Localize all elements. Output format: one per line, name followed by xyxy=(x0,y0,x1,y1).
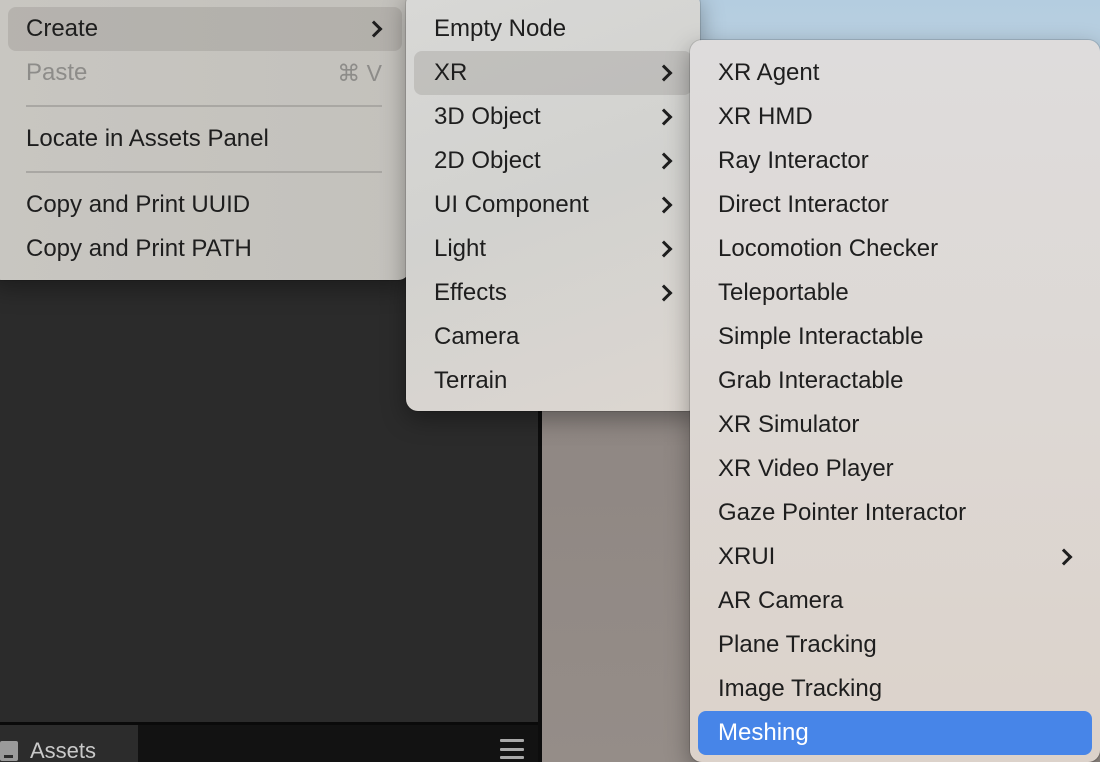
menu-item-label: XRUI xyxy=(718,543,776,570)
menu-item-camera[interactable]: Camera xyxy=(414,315,692,359)
menu-item-effects[interactable]: Effects xyxy=(414,271,692,315)
menu-separator xyxy=(26,171,382,173)
chevron-right-icon xyxy=(655,284,673,302)
menu-item-label: Effects xyxy=(434,279,507,306)
menu-item-locate-in-assets-panel[interactable]: Locate in Assets Panel xyxy=(8,117,402,161)
assets-tab[interactable]: Assets xyxy=(0,725,138,762)
menu-item-xr-agent[interactable]: XR Agent xyxy=(698,51,1092,95)
menu-item-label: XR Agent xyxy=(718,59,820,86)
menu-item-label: Light xyxy=(434,235,487,262)
menu-item-simple-interactable[interactable]: Simple Interactable xyxy=(698,315,1092,359)
menu-item-label: Simple Interactable xyxy=(718,323,924,350)
menu-item-label: Direct Interactor xyxy=(718,191,889,218)
menu-item-label: 2D Object xyxy=(434,147,541,174)
menu-item-teleportable[interactable]: Teleportable xyxy=(698,271,1092,315)
menu-item-xr[interactable]: XR xyxy=(414,51,692,95)
menu-item-label: XR HMD xyxy=(718,103,813,130)
chevron-right-icon xyxy=(365,20,383,38)
menu-item-empty-node[interactable]: Empty Node xyxy=(414,7,692,51)
menu-item-label: Create xyxy=(26,15,99,42)
menu-item-label: Grab Interactable xyxy=(718,367,904,394)
menu-item-label: Ray Interactor xyxy=(718,147,869,174)
shortcut-label: ⌘ V xyxy=(337,59,382,86)
menu-item-2d-object[interactable]: 2D Object xyxy=(414,139,692,183)
menu-item-xrui[interactable]: XRUI xyxy=(698,535,1092,579)
menu-item-create[interactable]: Create xyxy=(8,7,402,51)
context-menu: Create Paste ⌘ V Locate in Assets Panel … xyxy=(0,0,410,280)
menu-item-label: Copy and Print PATH xyxy=(26,235,252,262)
menu-item-label: XR Video Player xyxy=(718,455,894,482)
menu-item-copy-print-uuid[interactable]: Copy and Print UUID xyxy=(8,183,402,227)
menu-item-label: Locate in Assets Panel xyxy=(26,125,269,152)
menu-item-label: UI Component xyxy=(434,191,589,218)
menu-item-label: Locomotion Checker xyxy=(718,235,939,262)
menu-item-label: Plane Tracking xyxy=(718,631,877,658)
menu-item-light[interactable]: Light xyxy=(414,227,692,271)
chevron-right-icon xyxy=(655,108,673,126)
menu-item-xr-video-player[interactable]: XR Video Player xyxy=(698,447,1092,491)
chevron-right-icon xyxy=(655,64,673,82)
menu-item-label: Camera xyxy=(434,323,520,350)
menu-item-xr-hmd[interactable]: XR HMD xyxy=(698,95,1092,139)
menu-item-ui-component[interactable]: UI Component xyxy=(414,183,692,227)
menu-item-label: XR Simulator xyxy=(718,411,860,438)
menu-item-gaze-pointer-interactor[interactable]: Gaze Pointer Interactor xyxy=(698,491,1092,535)
menu-item-label: 3D Object xyxy=(434,103,541,130)
menu-item-label: Teleportable xyxy=(718,279,849,306)
menu-item-meshing[interactable]: Meshing xyxy=(698,711,1092,755)
menu-item-xr-simulator[interactable]: XR Simulator xyxy=(698,403,1092,447)
menu-item-locomotion-checker[interactable]: Locomotion Checker xyxy=(698,227,1092,271)
menu-item-ray-interactor[interactable]: Ray Interactor xyxy=(698,139,1092,183)
menu-item-label: Image Tracking xyxy=(718,675,883,702)
menu-item-label: XR xyxy=(434,59,468,86)
hamburger-menu-icon[interactable] xyxy=(500,739,524,759)
menu-item-label: Gaze Pointer Interactor xyxy=(718,499,967,526)
create-submenu: Empty Node XR 3D Object 2D Object UI Com… xyxy=(406,0,700,411)
menu-item-plane-tracking[interactable]: Plane Tracking xyxy=(698,623,1092,667)
menu-item-ar-camera[interactable]: AR Camera xyxy=(698,579,1092,623)
assets-panel-header: Assets xyxy=(0,722,538,762)
menu-item-image-tracking[interactable]: Image Tracking xyxy=(698,667,1092,711)
menu-item-label: Meshing xyxy=(718,719,809,746)
chevron-right-icon xyxy=(1055,548,1073,566)
menu-item-3d-object[interactable]: 3D Object xyxy=(414,95,692,139)
menu-item-label: Terrain xyxy=(434,367,508,394)
chevron-right-icon xyxy=(655,152,673,170)
menu-item-label: AR Camera xyxy=(718,587,844,614)
assets-tab-label: Assets xyxy=(30,738,97,762)
menu-separator xyxy=(26,105,382,107)
menu-item-label: Empty Node xyxy=(434,15,567,42)
menu-item-label: Paste xyxy=(26,59,88,86)
menu-item-paste: Paste ⌘ V xyxy=(8,51,402,95)
folder-icon xyxy=(0,741,18,761)
menu-item-direct-interactor[interactable]: Direct Interactor xyxy=(698,183,1092,227)
menu-item-copy-print-path[interactable]: Copy and Print PATH xyxy=(8,227,402,271)
xr-submenu: XR Agent XR HMD Ray Interactor Direct In… xyxy=(690,40,1100,762)
chevron-right-icon xyxy=(655,196,673,214)
menu-item-label: Copy and Print UUID xyxy=(26,191,251,218)
chevron-right-icon xyxy=(655,240,673,258)
menu-item-grab-interactable[interactable]: Grab Interactable xyxy=(698,359,1092,403)
menu-item-terrain[interactable]: Terrain xyxy=(414,359,692,403)
